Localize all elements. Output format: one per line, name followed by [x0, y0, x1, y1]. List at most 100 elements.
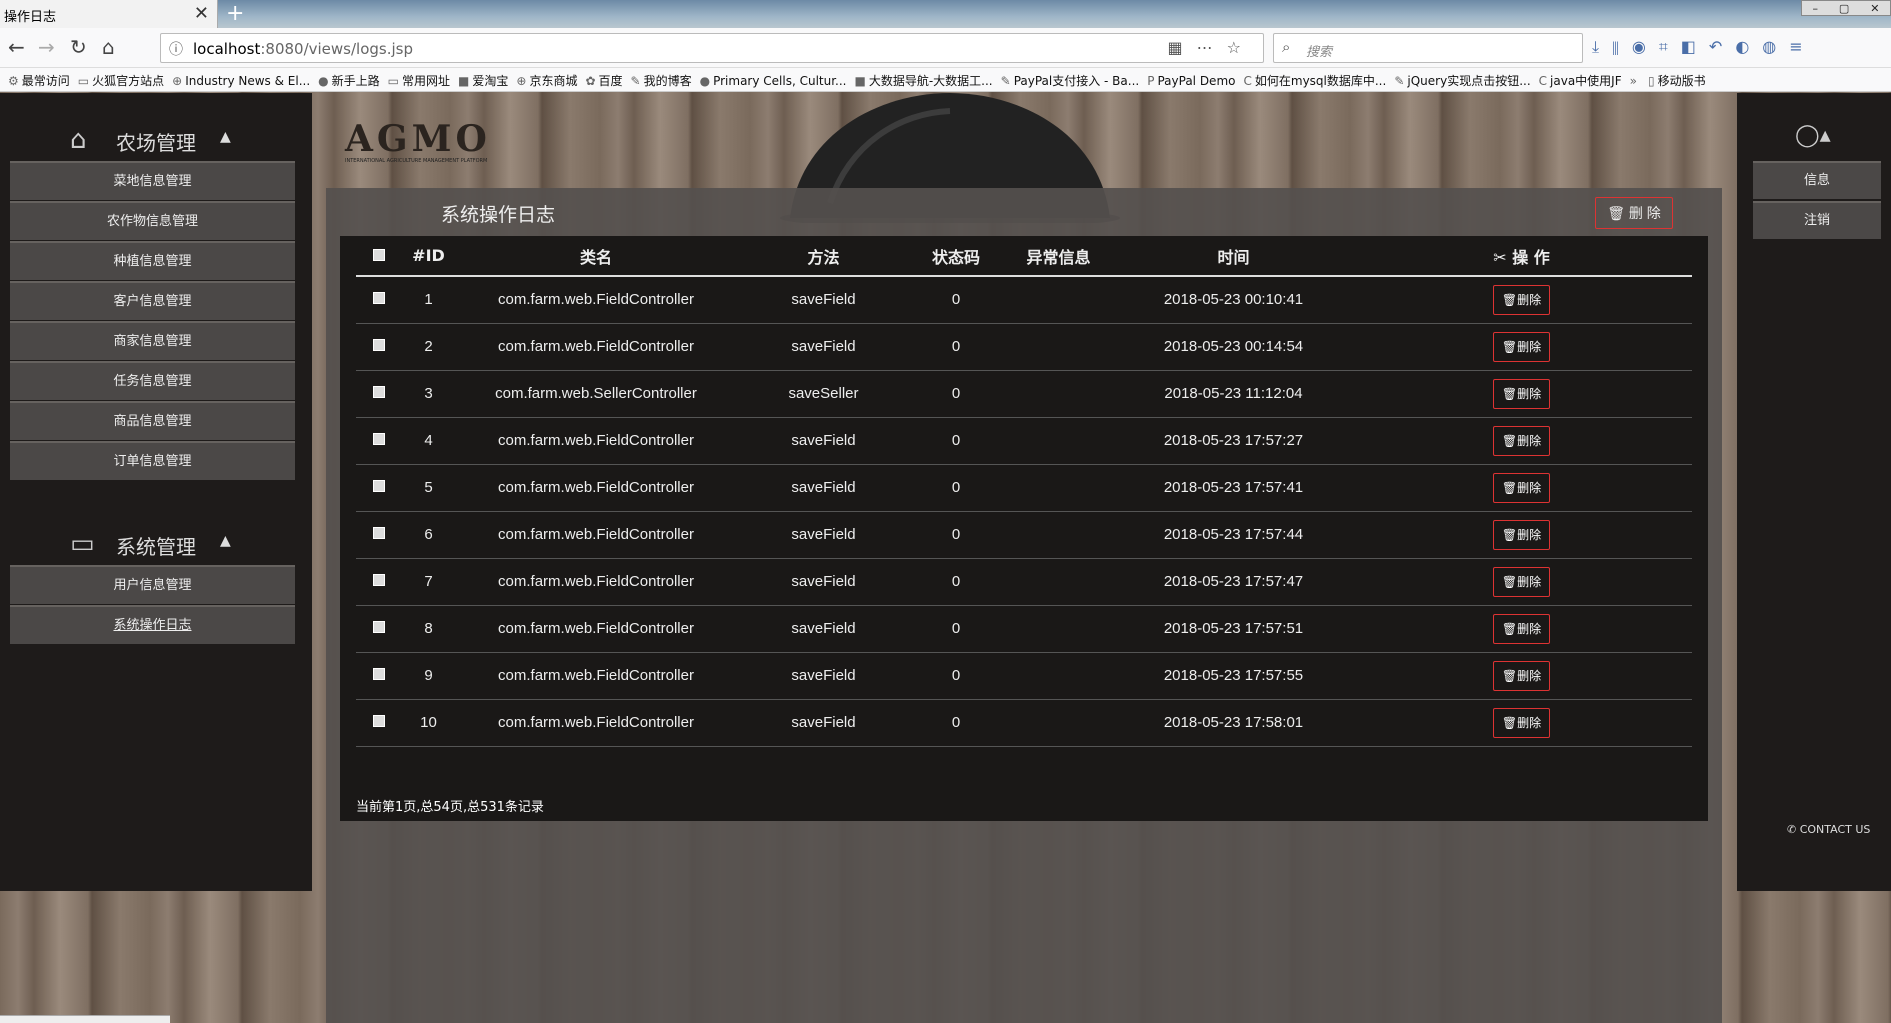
cell-class: com.farm.web.FieldController [456, 605, 736, 653]
bookmark-item[interactable]: » [1630, 74, 1640, 88]
row-checkbox[interactable] [372, 339, 385, 351]
row-checkbox[interactable] [372, 574, 385, 586]
row-select-cell [356, 417, 401, 465]
row-checkbox[interactable] [372, 668, 385, 680]
menu-icon[interactable]: ≡ [1789, 37, 1815, 56]
cell-method: saveField [736, 699, 911, 747]
sidebar-item[interactable]: 商家信息管理 [10, 321, 295, 360]
user-menu-item[interactable]: 注销 [1753, 201, 1881, 239]
cell-error [1001, 417, 1116, 465]
close-tab-icon[interactable]: ✕ [194, 3, 209, 24]
row-delete-button[interactable]: 🗑删除 [1493, 378, 1550, 409]
column-header: 异常信息 [1001, 236, 1116, 277]
row-checkbox[interactable] [372, 386, 385, 398]
new-tab-button[interactable]: + [226, 1, 244, 26]
bulk-delete-button[interactable]: 🗑 删 除 [1595, 197, 1673, 229]
sidebar-item-label: 订单信息管理 [113, 454, 192, 469]
qr-code-icon[interactable]: ▦ [1168, 38, 1197, 57]
cell-id: 2 [401, 323, 456, 371]
sidebar-item[interactable]: 农作物信息管理 [10, 201, 295, 240]
user-menu-icon[interactable]: ◯▴ [1795, 123, 1831, 148]
row-actions-cell: 🗑删除 [1351, 652, 1692, 700]
row-checkbox[interactable] [372, 292, 385, 305]
bookmark-item[interactable]: ● 新手上路 [318, 72, 380, 89]
home-icon[interactable]: ⌂ [102, 36, 115, 58]
info-icon[interactable]: ⓘ [169, 39, 183, 59]
system-management-header[interactable]: ▭ 系统管理 ▲ [0, 521, 312, 565]
bookmark-item[interactable]: ⊕ Industry News & El... [172, 74, 310, 88]
sidebar-item[interactable]: 客户信息管理 [10, 281, 295, 320]
bookmark-item[interactable]: ▯ 移动版书 [1648, 72, 1706, 89]
more-actions-icon[interactable]: ⋯ [1197, 38, 1227, 57]
trash-icon: 🗑 [1501, 433, 1518, 448]
log-table: #ID 类名 方法 状态码 异常信息 时间 ✂ 操 作 1 com.farm.we… [356, 236, 1692, 747]
minimize-icon[interactable]: – [1812, 2, 1818, 15]
browser-tab[interactable]: 操作日志 ✕ [0, 0, 218, 28]
select-all-checkbox[interactable] [372, 249, 385, 261]
search-placeholder: 搜索 [1306, 45, 1333, 60]
contact-us-link[interactable]: ✆ CONTACT US [1787, 823, 1870, 836]
row-actions-cell: 🗑删除 [1351, 370, 1692, 418]
row-delete-button[interactable]: 🗑删除 [1493, 660, 1550, 691]
bookmark-icon: ⊕ [516, 74, 527, 88]
bookmark-item[interactable]: ▭ 常用网址 [388, 72, 450, 89]
bookmark-item[interactable]: ⊕ 京东商城 [516, 72, 577, 89]
bookmark-item[interactable]: ● Primary Cells, Cultur... [700, 74, 847, 88]
row-delete-button[interactable]: 🗑删除 [1493, 519, 1550, 550]
logo-subtitle: INTERNATIONAL AGRICULTURE MANAGEMENT PLA… [345, 158, 488, 164]
bookmark-item[interactable]: ✎ jQuery实现点击按钮... [1394, 72, 1530, 89]
row-checkbox[interactable] [372, 480, 385, 492]
bookmark-label: java中使用JF [1550, 74, 1622, 88]
row-delete-button[interactable]: 🗑删除 [1493, 472, 1550, 503]
screenshot-icon[interactable]: ⌗ [1659, 37, 1681, 56]
maximize-icon[interactable]: ▢ [1839, 2, 1849, 15]
farm-management-header[interactable]: ⌂ 农场管理 ▲ [0, 117, 312, 161]
row-delete-button[interactable]: 🗑删除 [1493, 566, 1550, 597]
sidebar-icon[interactable]: ◧ [1681, 37, 1709, 56]
row-delete-button[interactable]: 🗑删除 [1493, 707, 1550, 738]
library-icon[interactable]: ⫴ [1612, 37, 1632, 56]
bookmark-item[interactable]: ✿ 百度 [585, 72, 622, 89]
bookmark-item[interactable]: ■ 爱淘宝 [458, 72, 508, 89]
row-checkbox[interactable] [372, 527, 385, 539]
bookmark-star-icon[interactable]: ☆ [1227, 38, 1255, 57]
sidebar-item[interactable]: 任务信息管理 [10, 361, 295, 400]
row-delete-button[interactable]: 🗑删除 [1493, 331, 1550, 362]
reload-icon[interactable]: ↻ [70, 36, 87, 58]
sidebar-item[interactable]: 系统操作日志 [10, 605, 295, 644]
bookmark-item[interactable]: ▭ 火狐官方站点 [78, 72, 164, 89]
row-delete-button[interactable]: 🗑删除 [1493, 613, 1550, 644]
bookmark-label: jQuery实现点击按钮... [1407, 74, 1531, 88]
bookmark-item[interactable]: C 如何在mysql数据库中... [1243, 72, 1386, 89]
bookmark-item[interactable]: ■ 大数据导航-大数据工... [855, 72, 993, 89]
url-text[interactable]: localhost:8080/views/logs.jsp [193, 40, 413, 58]
back-icon[interactable]: ← [8, 36, 25, 58]
sidebar-item[interactable]: 订单信息管理 [10, 441, 295, 480]
user-menu-item[interactable]: 信息 [1753, 161, 1881, 199]
row-checkbox[interactable] [372, 433, 385, 445]
bookmark-item[interactable]: ⚙ 最常访问 [8, 72, 70, 89]
row-checkbox[interactable] [372, 621, 385, 633]
chat-icon[interactable]: ◉ [1632, 37, 1659, 56]
row-checkbox[interactable] [372, 715, 385, 727]
undo-icon[interactable]: ↶ [1709, 37, 1735, 56]
sidebar-item[interactable]: 菜地信息管理 [10, 161, 295, 200]
bookmark-item[interactable]: Cjava中使用JF [1539, 72, 1622, 89]
sidebar-item[interactable]: 商品信息管理 [10, 401, 295, 440]
sidebar-item[interactable]: 种植信息管理 [10, 241, 295, 280]
cell-id: 3 [401, 370, 456, 418]
download-icon[interactable]: ⤓ [1592, 37, 1612, 56]
sync-icon[interactable]: ◐ [1735, 37, 1762, 56]
close-window-icon[interactable]: ✕ [1870, 2, 1879, 15]
row-delete-button[interactable]: 🗑删除 [1493, 425, 1550, 456]
search-box[interactable]: ⌕ 搜索 [1273, 33, 1583, 63]
forward-icon[interactable]: → [38, 36, 55, 58]
bookmark-item[interactable]: ✎ PayPal支付接入 - Ba... [1001, 72, 1140, 89]
url-actions: ▦⋯☆ [1168, 38, 1255, 57]
bookmark-item[interactable]: P PayPal Demo [1147, 74, 1235, 88]
url-bar[interactable]: ⓘ localhost:8080/views/logs.jsp ▦⋯☆ [160, 33, 1264, 63]
row-delete-button[interactable]: 🗑删除 [1493, 284, 1550, 315]
bookmark-item[interactable]: ✎ 我的博客 [631, 72, 692, 89]
sidebar-item[interactable]: 用户信息管理 [10, 565, 295, 604]
account-icon[interactable]: ◍ [1762, 37, 1789, 56]
